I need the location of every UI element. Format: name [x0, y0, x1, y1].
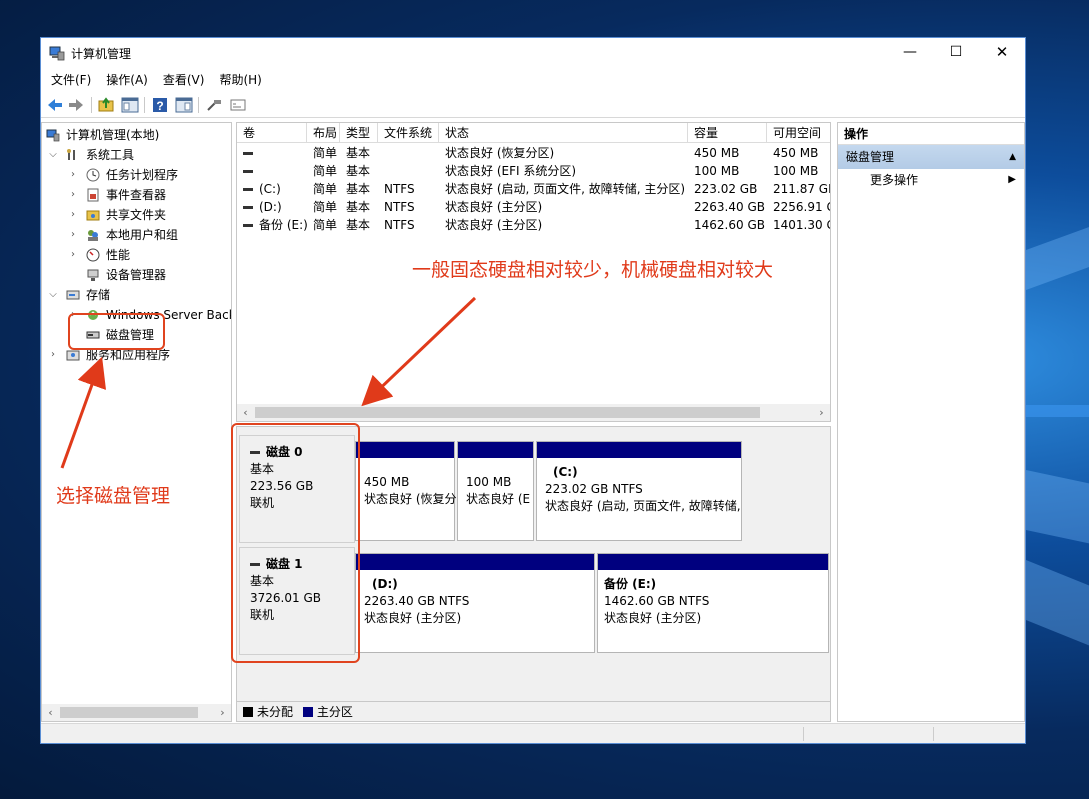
- annotation-arrow: [60, 356, 107, 469]
- annotation-arrows: [60, 296, 477, 469]
- annotation-arrow: [361, 296, 477, 407]
